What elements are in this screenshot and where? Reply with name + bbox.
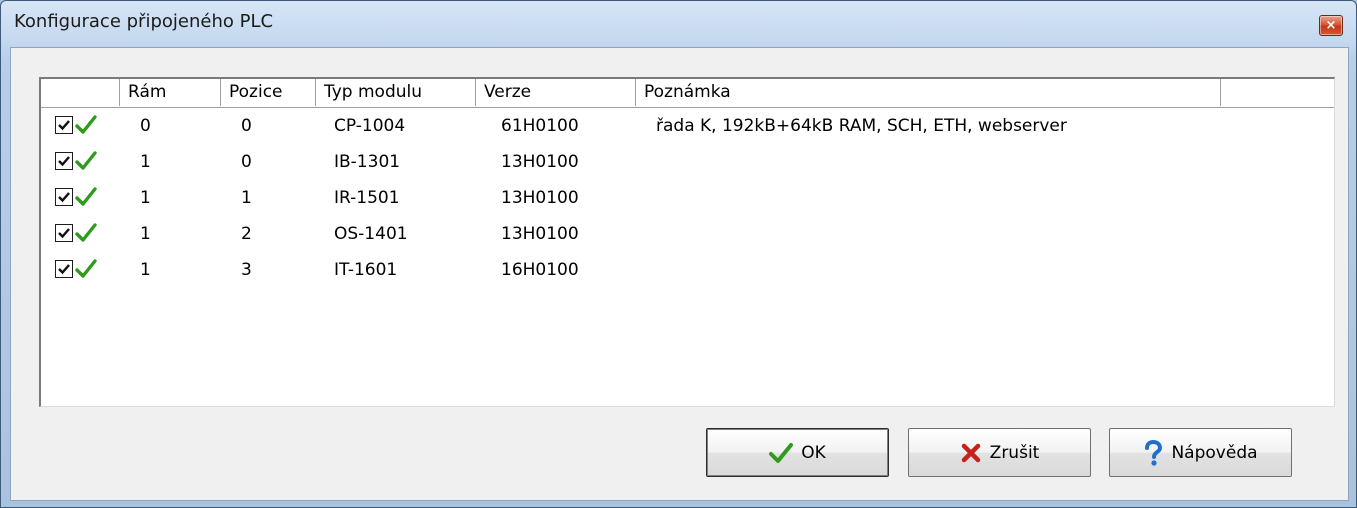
cell-ram: 0 xyxy=(140,116,151,136)
list-header: Rám Pozice Typ modulu Verze Poznámka xyxy=(41,79,1334,108)
cell-verze: 16H0100 xyxy=(501,260,579,280)
cell-typ-modulu: OS-1401 xyxy=(334,224,408,244)
table-row[interactable]: 1 1 IR-1501 13H0100 xyxy=(41,180,1334,216)
cell-verze: 13H0100 xyxy=(501,152,579,172)
close-button[interactable]: × xyxy=(1319,15,1343,36)
ok-button-label: OK xyxy=(801,442,826,463)
status-ok-icon xyxy=(75,114,97,136)
cell-verze: 13H0100 xyxy=(501,188,579,208)
cell-ram: 1 xyxy=(140,260,151,280)
status-ok-icon xyxy=(75,186,97,208)
module-list[interactable]: Rám Pozice Typ modulu Verze Poznámka 0 0 C… xyxy=(39,77,1335,407)
dialog-client-area: Rám Pozice Typ modulu Verze Poznámka 0 0 C… xyxy=(10,47,1349,501)
checkmark-icon xyxy=(769,442,794,463)
cancel-button-label: Zrušit xyxy=(989,442,1040,463)
checkbox-check-icon xyxy=(58,192,70,203)
cell-pozice: 0 xyxy=(241,116,252,136)
cell-pozice: 2 xyxy=(241,224,252,244)
status-ok-icon xyxy=(75,222,97,244)
title-bar[interactable]: Konfigurace připojeného PLC × xyxy=(1,1,1356,47)
column-header-status[interactable] xyxy=(41,79,120,106)
cell-typ-modulu: CP-1004 xyxy=(334,116,406,136)
column-header-verze[interactable]: Verze xyxy=(476,79,636,106)
column-header-typ-modulu[interactable]: Typ modulu xyxy=(316,79,476,106)
x-icon xyxy=(961,443,980,462)
checkbox-check-icon xyxy=(58,228,70,239)
help-button-label: Nápověda xyxy=(1171,442,1258,463)
column-header-poznamka[interactable]: Poznámka xyxy=(636,79,1221,106)
table-row[interactable]: 1 0 IB-1301 13H0100 xyxy=(41,144,1334,180)
cell-ram: 1 xyxy=(140,188,151,208)
table-row[interactable]: 1 2 OS-1401 13H0100 xyxy=(41,216,1334,252)
cell-verze: 61H0100 xyxy=(501,116,579,136)
dialog-window: Konfigurace připojeného PLC × Rám Pozice… xyxy=(0,0,1357,508)
cell-ram: 1 xyxy=(140,224,151,244)
cell-verze: 13H0100 xyxy=(501,224,579,244)
cancel-button[interactable]: Zrušit xyxy=(908,428,1091,477)
table-row[interactable]: 0 0 CP-1004 61H0100 řada K, 192kB+64kB RAM, … xyxy=(41,108,1334,144)
ok-button[interactable]: OK xyxy=(706,428,889,477)
column-header-extra[interactable] xyxy=(1221,79,1334,106)
cell-poznamka: řada K, 192kB+64kB RAM, SCH, ETH, webser… xyxy=(656,116,1067,136)
cell-typ-modulu: IB-1301 xyxy=(334,152,401,172)
row-checkbox[interactable] xyxy=(55,260,73,278)
row-checkbox[interactable] xyxy=(55,188,73,206)
help-button[interactable]: Nápověda xyxy=(1109,428,1292,477)
table-row[interactable]: 1 3 IT-1601 16H0100 xyxy=(41,252,1334,288)
checkbox-check-icon xyxy=(58,120,70,131)
column-header-pozice[interactable]: Pozice xyxy=(221,79,316,106)
status-ok-icon xyxy=(75,150,97,172)
cell-typ-modulu: IR-1501 xyxy=(334,188,400,208)
row-checkbox[interactable] xyxy=(55,116,73,134)
cell-pozice: 3 xyxy=(241,260,252,280)
status-ok-icon xyxy=(75,258,97,280)
row-checkbox[interactable] xyxy=(55,152,73,170)
checkbox-check-icon xyxy=(58,264,70,275)
cell-pozice: 1 xyxy=(241,188,252,208)
row-checkbox[interactable] xyxy=(55,224,73,242)
cell-typ-modulu: IT-1601 xyxy=(334,260,398,280)
column-header-ram[interactable]: Rám xyxy=(120,79,221,106)
close-icon: × xyxy=(1325,18,1337,33)
checkbox-check-icon xyxy=(58,156,70,167)
question-icon xyxy=(1145,439,1163,466)
cell-ram: 1 xyxy=(140,152,151,172)
window-title: Konfigurace připojeného PLC xyxy=(14,11,274,32)
cell-pozice: 0 xyxy=(241,152,252,172)
